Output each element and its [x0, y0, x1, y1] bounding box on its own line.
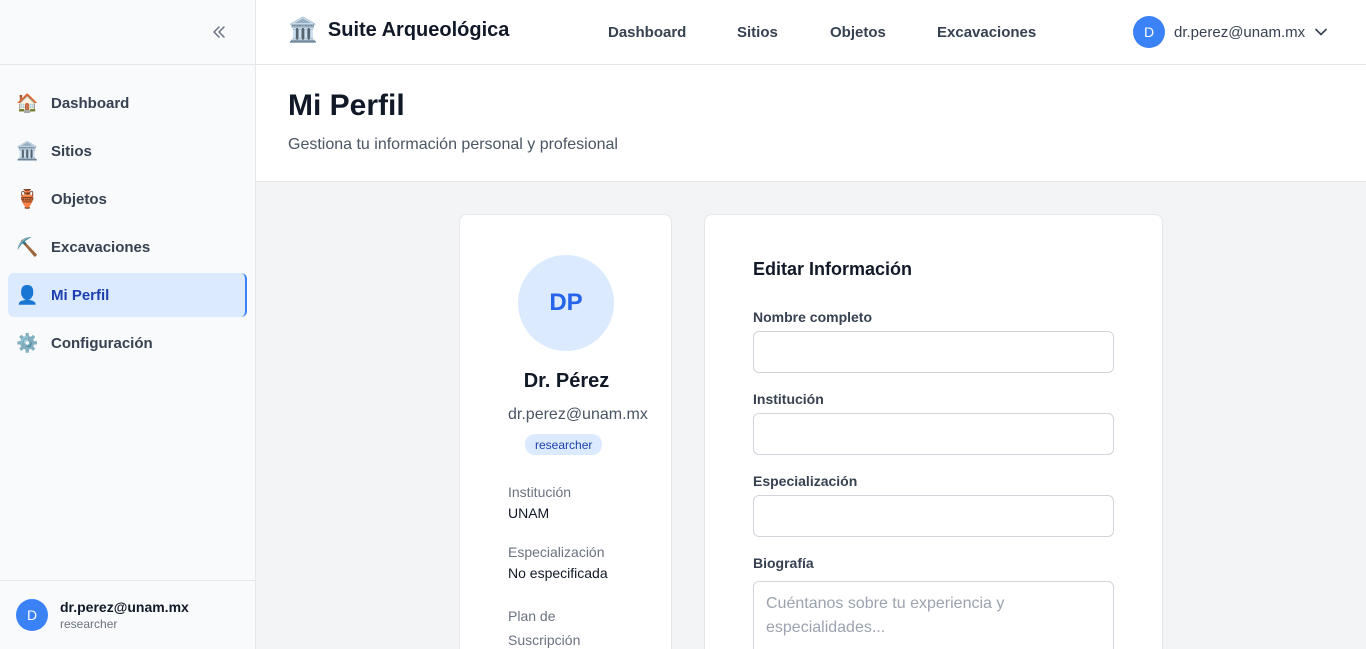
classical-building-icon: 🏛️	[288, 17, 318, 44]
chevron-down-icon	[1315, 23, 1327, 41]
sidebar-item-label: Dashboard	[51, 94, 130, 112]
topnav-dashboard[interactable]: Dashboard	[608, 24, 686, 41]
specialization-input[interactable]	[753, 495, 1114, 537]
avatar: D	[16, 599, 48, 631]
institution-value: UNAM	[508, 505, 550, 521]
bio-textarea[interactable]	[753, 581, 1114, 649]
classical-building-icon: 🏛️	[16, 141, 39, 161]
sidebar-item-label: Objetos	[51, 190, 107, 208]
sidebar-item-excavaciones[interactable]: ⛏️ Excavaciones	[8, 225, 247, 269]
pick-icon: ⛏️	[16, 237, 39, 257]
home-icon: 🏠	[16, 93, 39, 113]
sidebar-item-sitios[interactable]: 🏛️ Sitios	[8, 129, 247, 173]
user-menu[interactable]: D dr.perez@unam.mx	[1133, 16, 1327, 48]
user-role: researcher	[60, 617, 118, 631]
institution-input[interactable]	[753, 413, 1114, 455]
chevrons-left-icon[interactable]	[207, 20, 231, 44]
sidebar-item-label: Mi Perfil	[51, 286, 110, 304]
sidebar-user-card[interactable]: D dr.perez@unam.mx researcher	[0, 580, 255, 649]
profile-email: dr.perez@unam.mx	[508, 406, 648, 423]
sidebar-item-label: Excavaciones	[51, 238, 151, 256]
user-menu-email: dr.perez@unam.mx	[1174, 23, 1306, 41]
user-email: dr.perez@unam.mx	[60, 599, 189, 615]
page-subtitle: Gestiona tu información personal y profe…	[288, 136, 618, 153]
specialization-value: No especificada	[508, 565, 608, 581]
sidebar-nav: 🏠 Dashboard 🏛️ Sitios 🏺 Objetos ⛏️ Excav…	[0, 65, 255, 365]
user-icon: 👤	[16, 285, 39, 305]
amphora-icon: 🏺	[16, 189, 39, 209]
topnav-sitios[interactable]: Sitios	[737, 24, 778, 41]
profile-name: Dr. Pérez	[523, 370, 610, 392]
app-title: Suite Arqueológica	[327, 19, 510, 41]
sidebar-item-label: Configuración	[51, 334, 153, 352]
specialization-field-label: Especialización	[753, 473, 858, 489]
avatar: D	[1133, 16, 1165, 48]
institution-label: Institución	[508, 484, 572, 500]
edit-form-card: Editar Información Nombre completo Insti…	[704, 214, 1163, 649]
page-header: Mi Perfil Gestiona tu información person…	[256, 65, 1366, 182]
topnav-objetos[interactable]: Objetos	[830, 24, 886, 41]
page-title: Mi Perfil	[288, 89, 405, 122]
form-title: Editar Información	[753, 259, 913, 279]
top-bar: 🏛️ Suite Arqueológica Dashboard Sitios O…	[256, 0, 1366, 65]
sidebar-item-label: Sitios	[51, 142, 92, 160]
full-name-label: Nombre completo	[753, 309, 873, 325]
sidebar-item-dashboard[interactable]: 🏠 Dashboard	[8, 81, 247, 125]
topnav-excavaciones[interactable]: Excavaciones	[937, 24, 1036, 41]
institution-field-label: Institución	[753, 391, 824, 407]
role-badge: researcher	[525, 434, 603, 455]
brand[interactable]: 🏛️ Suite Arqueológica	[288, 16, 509, 45]
bio-label: Biografía	[753, 555, 814, 571]
specialization-label: Especialización	[508, 544, 605, 560]
sidebar-item-mi-perfil[interactable]: 👤 Mi Perfil	[8, 273, 247, 317]
plan-label: Plan de Suscripción	[508, 608, 581, 648]
gear-icon: ⚙️	[16, 333, 39, 353]
profile-avatar: DP	[518, 255, 614, 351]
sidebar-header	[0, 0, 255, 65]
sidebar-item-objetos[interactable]: 🏺 Objetos	[8, 177, 247, 221]
full-name-input[interactable]	[753, 331, 1114, 373]
sidebar-item-configuracion[interactable]: ⚙️ Configuración	[8, 321, 247, 365]
profile-card: DP Dr. Pérez dr.perez@unam.mx researcher…	[459, 214, 672, 649]
sidebar: 🏠 Dashboard 🏛️ Sitios 🏺 Objetos ⛏️ Excav…	[0, 0, 256, 649]
